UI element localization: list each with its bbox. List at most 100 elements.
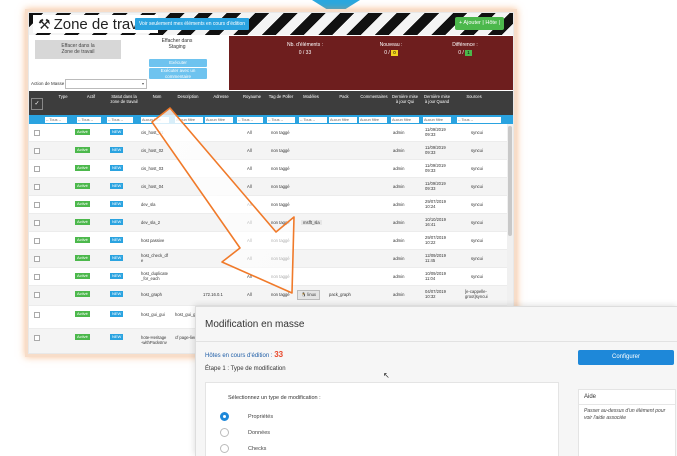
- host-name[interactable]: dev_sla: [141, 202, 155, 207]
- row-checkbox[interactable]: [34, 238, 40, 244]
- filter-nom[interactable]: Aucun filtre: [141, 116, 169, 123]
- row-checkbox[interactable]: [34, 220, 40, 226]
- col-statut[interactable]: Statut dans la zone de travail: [107, 94, 141, 104]
- filter-sources[interactable]: -- Tous --: [457, 116, 501, 123]
- filter-adresse[interactable]: Aucun filtre: [205, 116, 233, 123]
- host-poller-tag: non taggé: [271, 184, 290, 189]
- modal-divider: [196, 341, 677, 342]
- host-name[interactable]: cis_host_04: [141, 184, 163, 189]
- table-row[interactable]: Activé NEW cis_host_02 All non taggé adm…: [29, 142, 507, 160]
- filter-description[interactable]: Aucun filtre: [175, 116, 203, 123]
- filter-actif[interactable]: -- Tous --: [77, 116, 101, 123]
- table-row[interactable]: Activé NEW host_graph 172.16.0.1 All non…: [29, 286, 507, 306]
- mass-action-select[interactable]: ▾: [65, 79, 147, 89]
- host-name[interactable]: cis_host_01: [141, 130, 163, 135]
- host-poller-tag: non taggé: [271, 130, 290, 135]
- host-name[interactable]: cis_host_02: [141, 148, 163, 153]
- row-checkbox[interactable]: [34, 184, 40, 190]
- host-realm: All: [247, 238, 252, 243]
- row-checkbox[interactable]: [34, 312, 40, 318]
- last-update-who: admin: [393, 274, 405, 279]
- option-proprietes[interactable]: Propriétés: [248, 414, 273, 420]
- stat-new: Nouveau : 0 / 0: [379, 42, 403, 56]
- col-tag-poller[interactable]: Tag de Poller: [267, 94, 295, 99]
- source: syncui: [471, 184, 483, 189]
- col-last-update-who[interactable]: Dernière mise à jour Qui: [391, 94, 419, 104]
- option-donnees[interactable]: Données: [248, 430, 270, 436]
- col-nom[interactable]: Nom: [149, 94, 165, 99]
- filter-when[interactable]: Aucun filtre: [423, 116, 451, 123]
- row-checkbox[interactable]: [34, 274, 40, 280]
- host-name[interactable]: host_graph: [141, 292, 162, 297]
- select-all-checkbox[interactable]: ✓: [31, 98, 43, 110]
- filter-modeles[interactable]: -- Tous --: [299, 116, 327, 123]
- radio-proprietes[interactable]: [220, 412, 229, 421]
- table-row[interactable]: Activé NEW host_duplicate _for_each All …: [29, 268, 507, 286]
- col-commentaires[interactable]: Commentaires: [357, 94, 391, 99]
- host-name[interactable]: cis_host_03: [141, 166, 163, 171]
- status-badge: Activé: [75, 201, 90, 207]
- row-checkbox[interactable]: [34, 166, 40, 172]
- row-checkbox[interactable]: [34, 256, 40, 262]
- col-adresse[interactable]: Adresse: [209, 94, 233, 99]
- host-name[interactable]: host_gui_gui: [141, 312, 165, 317]
- col-last-update-when[interactable]: Dernière mise à jour Quand: [423, 94, 451, 104]
- last-update-when: 11/09/2019 09:33: [425, 145, 446, 155]
- filter-who[interactable]: Aucun filtre: [391, 116, 419, 123]
- table-row[interactable]: Activé NEW cis_host_04 All non taggé adm…: [29, 178, 507, 196]
- row-checkbox[interactable]: [34, 202, 40, 208]
- workspace-status-badge: NEW: [110, 165, 124, 171]
- col-description[interactable]: Description: [173, 94, 203, 99]
- table-row[interactable]: Activé NEW host passive All non taggé ad…: [29, 232, 507, 250]
- filter-pack[interactable]: Aucun filtre: [329, 116, 357, 123]
- tab-remove-workspace[interactable]: Effacer dans la Zone de travail: [35, 40, 121, 59]
- host-name[interactable]: host_check_df e: [141, 253, 168, 263]
- col-pack[interactable]: Pack: [335, 94, 353, 99]
- workspace-actions: Effacer dans la Zone de travail Effacher…: [29, 36, 229, 90]
- workspace-screenshot: ⚒ Zone de travail Voir seulement mes élém…: [28, 12, 514, 354]
- table-row[interactable]: Activé NEW cis_host_03 All non taggé adm…: [29, 160, 507, 178]
- source: syncui: [471, 220, 483, 225]
- col-modeles[interactable]: Modèles: [299, 94, 323, 99]
- stat-elements: Nb. d'éléments : 0 / 33: [287, 42, 323, 56]
- difference-count-badge: 1: [465, 50, 472, 56]
- scrollbar-thumb[interactable]: [508, 126, 512, 236]
- host-name[interactable]: host passive: [141, 238, 164, 243]
- host-realm: All: [247, 256, 252, 261]
- filter-row: -- Tous -- -- Tous -- -- Tous -- Aucun f…: [29, 115, 513, 124]
- show-my-editing-button[interactable]: Voir seulement mes éléments en cours d'é…: [135, 18, 250, 30]
- host-name[interactable]: hote-Heritage -withPacksInv: [141, 335, 167, 345]
- table-row[interactable]: Activé NEW dev_sla_2 All non taggé msfft…: [29, 214, 507, 232]
- source: syncui: [471, 130, 483, 135]
- radio-checks[interactable]: [220, 444, 229, 453]
- host-name[interactable]: host_duplicate _for_each: [141, 271, 168, 281]
- add-host-button[interactable]: + Ajouter | Hôte |: [455, 17, 504, 30]
- last-update-when: 11/09/2019 09:33: [425, 181, 446, 191]
- col-type[interactable]: Type: [55, 94, 71, 99]
- radio-donnees[interactable]: [220, 428, 229, 437]
- col-royaume[interactable]: Royaume: [239, 94, 265, 99]
- filter-type[interactable]: -- Tous --: [45, 116, 67, 123]
- option-checks[interactable]: Checks: [248, 446, 266, 452]
- execute-comment-button[interactable]: Exécuter avec un commentaire: [149, 68, 207, 79]
- filter-tag-poller[interactable]: -- Tous --: [267, 116, 295, 123]
- row-checkbox[interactable]: [34, 335, 40, 341]
- execute-button[interactable]: Exécuter: [149, 59, 207, 67]
- table-row[interactable]: Activé NEW cis_host_01 All non taggé adm…: [29, 124, 507, 142]
- configure-button[interactable]: Configurer: [578, 350, 674, 365]
- table-row[interactable]: Activé NEW host_check_df e All non taggé…: [29, 250, 507, 268]
- tab-staging[interactable]: Effacher dans Staging: [131, 38, 223, 58]
- filter-statut[interactable]: -- Tous --: [107, 116, 133, 123]
- last-update-when: 12/09/2019 11:45: [425, 253, 446, 263]
- host-name[interactable]: dev_sla_2: [141, 220, 160, 225]
- workspace-stats: Nb. d'éléments : 0 / 33 Nouveau : 0 / 0 …: [229, 40, 513, 86]
- source: syncui: [471, 274, 483, 279]
- row-checkbox[interactable]: [34, 292, 40, 298]
- col-sources[interactable]: Sources: [459, 94, 489, 99]
- row-checkbox[interactable]: [34, 130, 40, 136]
- filter-royaume[interactable]: -- Tous --: [237, 116, 263, 123]
- filter-commentaires[interactable]: Aucun filtre: [359, 116, 387, 123]
- col-actif[interactable]: Actif: [83, 94, 99, 99]
- row-checkbox[interactable]: [34, 148, 40, 154]
- table-row[interactable]: Activé NEW dev_sla All non taggé admin 2…: [29, 196, 507, 214]
